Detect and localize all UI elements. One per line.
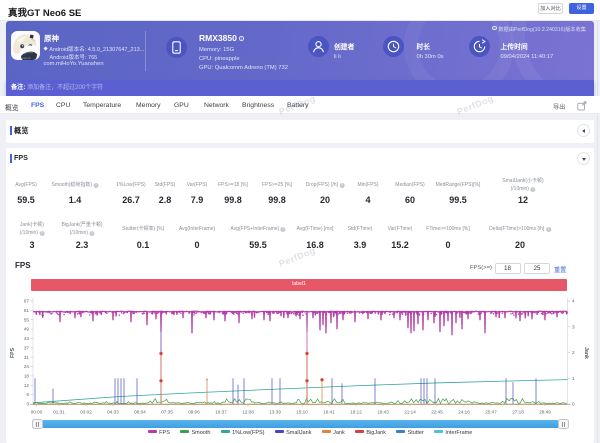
svg-text:24: 24: [24, 364, 30, 369]
svg-text:0: 0: [26, 402, 29, 407]
svg-text:6: 6: [26, 392, 29, 397]
svg-text:2: 2: [572, 350, 575, 355]
svg-text:03:02: 03:02: [80, 410, 92, 415]
svg-text:13:39: 13:39: [269, 410, 281, 415]
svg-text:24:16: 24:16: [458, 410, 470, 415]
svg-text:miHoYo: miHoYo: [21, 56, 32, 60]
svg-text:15:10: 15:10: [296, 410, 308, 415]
svg-text:31: 31: [24, 355, 30, 360]
svg-text:3: 3: [572, 324, 575, 329]
svg-text:0: 0: [572, 402, 575, 407]
svg-text:18: 18: [24, 374, 30, 379]
svg-text:55: 55: [24, 317, 30, 322]
svg-text:FPS: FPS: [10, 347, 16, 358]
svg-text:19:43: 19:43: [377, 410, 389, 415]
svg-text:12: 12: [24, 383, 30, 388]
svg-text:00:00: 00:00: [31, 410, 43, 415]
svg-text:09:06: 09:06: [188, 410, 200, 415]
svg-text:21:14: 21:14: [404, 410, 416, 415]
svg-text:49: 49: [24, 327, 30, 332]
svg-text:28:49: 28:49: [539, 410, 551, 415]
svg-text:61: 61: [24, 308, 30, 313]
svg-text:22:45: 22:45: [431, 410, 443, 415]
svg-text:25:47: 25:47: [485, 410, 497, 415]
svg-text:1: 1: [572, 376, 575, 381]
svg-text:37: 37: [24, 345, 30, 350]
svg-text:67: 67: [24, 299, 30, 304]
svg-text:01:31: 01:31: [53, 410, 65, 415]
svg-text:16:41: 16:41: [323, 410, 335, 415]
svg-text:27:18: 27:18: [512, 410, 524, 415]
svg-text:4: 4: [572, 299, 575, 304]
svg-text:Jank: Jank: [583, 347, 589, 359]
svg-text:04:33: 04:33: [107, 410, 119, 415]
svg-text:10:37: 10:37: [215, 410, 227, 415]
svg-text:07:35: 07:35: [161, 410, 173, 415]
svg-text:43: 43: [24, 336, 30, 341]
svg-text:12:08: 12:08: [242, 410, 254, 415]
svg-text:18:12: 18:12: [350, 410, 362, 415]
svg-text:06:04: 06:04: [134, 410, 146, 415]
